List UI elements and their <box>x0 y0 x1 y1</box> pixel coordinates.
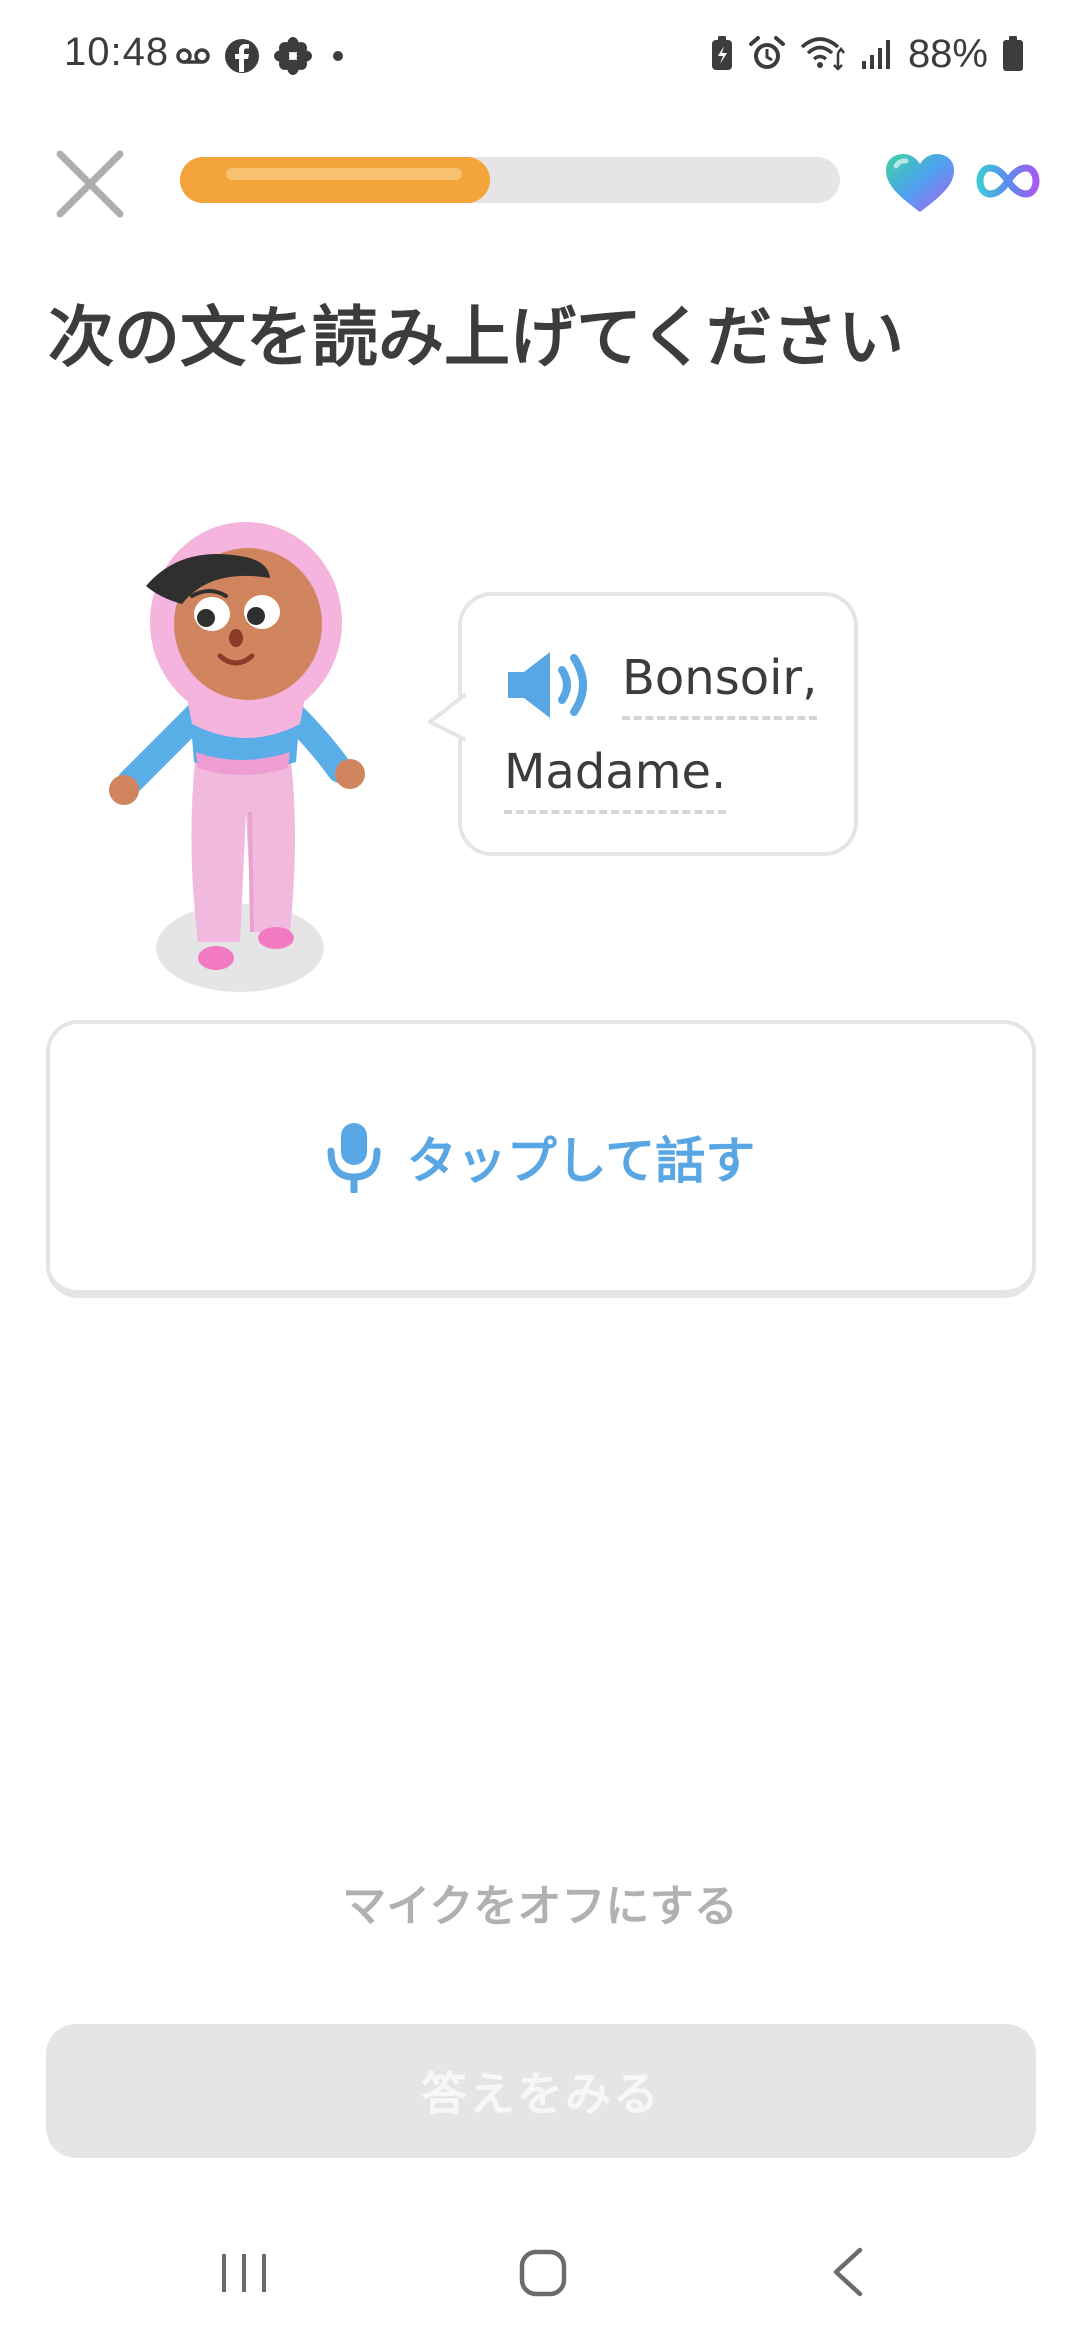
speech-bubble-tail <box>428 692 466 742</box>
dot-icon <box>333 51 343 61</box>
tap-to-speak-label: タップして話す <box>406 1132 756 1190</box>
status-time: 10:48 <box>64 30 170 74</box>
facebook-icon <box>225 39 259 73</box>
mic-off-link[interactable]: マイクをオフにする <box>0 1870 1080 1934</box>
status-bar: 10:48 88% <box>0 0 1080 120</box>
wifi-icon <box>800 37 845 71</box>
word-underline <box>504 810 727 814</box>
home-icon[interactable] <box>518 2248 568 2298</box>
alarm-icon <box>748 36 785 69</box>
phrase-word[interactable]: Madame. <box>504 744 727 814</box>
battery-saver-icon <box>711 36 732 70</box>
check-answer-label: 答えをみる <box>421 2067 661 2121</box>
heart-icon[interactable] <box>884 152 956 214</box>
tap-to-speak-button[interactable]: タップして話す <box>46 1020 1036 1298</box>
word-underline <box>622 716 818 720</box>
status-system-icons: 88% <box>710 30 1024 78</box>
microphone-icon <box>327 1123 381 1193</box>
close-icon[interactable] <box>52 146 128 222</box>
battery-percent: 88% <box>907 31 988 76</box>
speech-bubble: Bonsoir, Madame. <box>428 592 858 856</box>
signal-icon <box>861 40 890 69</box>
lesson-progress-fill <box>180 157 491 203</box>
speaker-icon[interactable] <box>504 648 596 722</box>
battery-icon <box>1003 36 1023 71</box>
phrase-word-text: Madame. <box>504 744 727 800</box>
infinity-icon <box>976 164 1040 198</box>
character-illustration <box>109 522 365 992</box>
flower-icon <box>274 37 312 75</box>
exercise-instruction: 次の文を読み上げてください <box>48 299 905 376</box>
recent-apps-icon[interactable] <box>218 2250 270 2296</box>
back-icon[interactable] <box>830 2246 866 2298</box>
status-notification-icons <box>176 36 350 76</box>
phrase-word[interactable]: Bonsoir, <box>622 650 818 720</box>
lesson-progress-bar <box>180 157 840 203</box>
voicemail-icon <box>176 48 210 64</box>
phrase-word-text: Bonsoir, <box>622 650 818 706</box>
check-answer-button[interactable]: 答えをみる <box>46 2024 1036 2158</box>
progress-shine <box>226 168 463 180</box>
